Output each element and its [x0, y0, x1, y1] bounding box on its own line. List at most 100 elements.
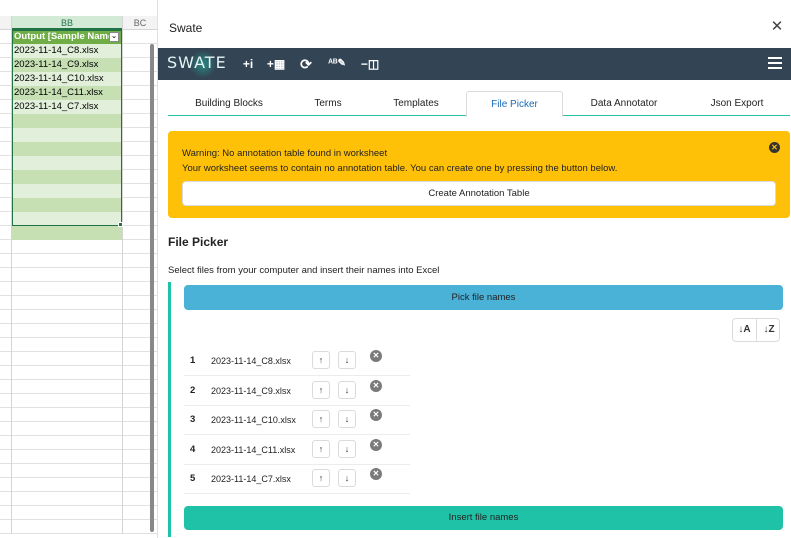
column-header-bc[interactable]: BC: [122, 16, 157, 30]
sheet-cell[interactable]: [0, 86, 12, 100]
sheet-cell[interactable]: [0, 324, 12, 338]
remove-file-icon[interactable]: ✕: [370, 409, 382, 422]
move-up-icon[interactable]: ↑: [312, 439, 330, 458]
sheet-cell[interactable]: [0, 100, 12, 114]
sheet-cell[interactable]: [12, 240, 122, 254]
sheet-cell[interactable]: [0, 366, 12, 380]
close-icon[interactable]: ✕: [769, 19, 785, 35]
sheet-cell[interactable]: [12, 254, 122, 268]
table-cell[interactable]: [12, 114, 122, 128]
sheet-cell[interactable]: [12, 394, 122, 408]
sheet-cell[interactable]: [122, 30, 157, 44]
sheet-cell[interactable]: [12, 506, 122, 520]
sheet-cell[interactable]: [12, 450, 122, 464]
move-up-icon[interactable]: ↑: [312, 469, 330, 488]
remove-file-icon[interactable]: ✕: [370, 468, 382, 481]
sheet-cell[interactable]: [0, 128, 12, 142]
sheet-cell[interactable]: [12, 324, 122, 338]
move-up-icon[interactable]: ↑: [312, 410, 330, 429]
sheet-cell[interactable]: [12, 478, 122, 492]
sheet-cell[interactable]: [0, 198, 12, 212]
column-header-bb[interactable]: BB: [12, 16, 122, 30]
table-cell[interactable]: [12, 128, 122, 142]
sheet-cell[interactable]: [12, 380, 122, 394]
sheet-cell[interactable]: [0, 170, 12, 184]
sheet-cell[interactable]: [0, 478, 12, 492]
sheet-cell[interactable]: [0, 380, 12, 394]
add-column-icon[interactable]: +i: [238, 55, 258, 73]
sheet-cell[interactable]: [0, 226, 12, 240]
table-cell[interactable]: 2023-11-14_C7.xlsx: [12, 100, 122, 114]
remove-column-icon[interactable]: −◫: [358, 55, 382, 73]
sheet-cell[interactable]: [0, 114, 12, 128]
move-down-icon[interactable]: ↓: [338, 380, 356, 399]
insert-file-names-button[interactable]: Insert file names: [184, 506, 783, 530]
move-down-icon[interactable]: ↓: [338, 469, 356, 488]
table-header-cell[interactable]: Output [Sample Name] ⌄: [12, 30, 122, 44]
remove-file-icon[interactable]: ✕: [370, 438, 382, 451]
sheet-cell[interactable]: [0, 72, 12, 86]
sheet-scrollbar[interactable]: [150, 44, 154, 532]
spreadsheet-grid[interactable]: BB BC Output [Sample Name] ⌄ 2023-11-14_C8…: [0, 0, 157, 538]
sheet-cell[interactable]: [12, 422, 122, 436]
tab-building-blocks[interactable]: Building Blocks: [178, 91, 280, 116]
tab-file-picker[interactable]: File Picker: [466, 91, 563, 117]
table-cell[interactable]: 2023-11-14_C9.xlsx: [12, 58, 122, 72]
sheet-cell[interactable]: [12, 268, 122, 282]
sheet-cell[interactable]: [0, 296, 12, 310]
sheet-cell[interactable]: [0, 492, 12, 506]
sheet-cell[interactable]: [12, 366, 122, 380]
sheet-cell[interactable]: [12, 282, 122, 296]
fill-handle[interactable]: [118, 222, 123, 227]
move-up-icon[interactable]: ↑: [312, 380, 330, 399]
sheet-cell[interactable]: [12, 520, 122, 534]
swate-logo[interactable]: SWATE: [167, 50, 227, 78]
table-cell[interactable]: [12, 212, 122, 226]
tab-data-annotator[interactable]: Data Annotator: [576, 91, 672, 116]
table-cell[interactable]: [12, 198, 122, 212]
sheet-cell[interactable]: [0, 506, 12, 520]
sheet-cell[interactable]: [12, 464, 122, 478]
sheet-cell[interactable]: [12, 296, 122, 310]
sheet-cell[interactable]: [0, 408, 12, 422]
sheet-cell[interactable]: [12, 408, 122, 422]
sort-descending-icon[interactable]: ↓Z: [757, 319, 781, 341]
sheet-cell[interactable]: [0, 282, 12, 296]
sheet-cell[interactable]: [0, 352, 12, 366]
sheet-cell[interactable]: [0, 30, 12, 44]
dismiss-icon[interactable]: ✕: [769, 142, 780, 153]
move-down-icon[interactable]: ↓: [338, 439, 356, 458]
sheet-cell[interactable]: [0, 212, 12, 226]
move-down-icon[interactable]: ↓: [338, 410, 356, 429]
tab-json-export[interactable]: Json Export: [691, 91, 783, 116]
move-down-icon[interactable]: ↓: [338, 351, 356, 369]
sheet-cell[interactable]: [0, 520, 12, 534]
sheet-cell[interactable]: [0, 464, 12, 478]
sheet-cell[interactable]: [0, 394, 12, 408]
sheet-cell[interactable]: [0, 450, 12, 464]
sheet-cell[interactable]: [12, 492, 122, 506]
remove-file-icon[interactable]: ✕: [370, 350, 382, 362]
create-annotation-table-button[interactable]: Create Annotation Table: [182, 181, 776, 206]
sheet-cell[interactable]: [0, 184, 12, 198]
sheet-cell[interactable]: [12, 310, 122, 324]
sheet-cell[interactable]: [12, 436, 122, 450]
sheet-cell[interactable]: [0, 310, 12, 324]
tab-terms[interactable]: Terms: [298, 91, 358, 116]
refresh-icon[interactable]: ⟳: [297, 55, 315, 73]
add-table-icon[interactable]: +▦: [264, 55, 288, 73]
filter-dropdown-icon[interactable]: ⌄: [109, 32, 119, 42]
table-cell[interactable]: 2023-11-14_C8.xlsx: [12, 44, 122, 58]
table-cell[interactable]: [12, 226, 122, 240]
tab-templates[interactable]: Templates: [378, 91, 454, 116]
sheet-cell[interactable]: [0, 240, 12, 254]
sheet-cell[interactable]: [0, 44, 12, 58]
hamburger-menu-icon[interactable]: [768, 57, 782, 69]
move-up-icon[interactable]: ↑: [312, 351, 330, 369]
table-cell[interactable]: [12, 184, 122, 198]
table-cell[interactable]: [12, 156, 122, 170]
table-cell[interactable]: 2023-11-14_C10.xlsx: [12, 72, 122, 86]
sheet-cell[interactable]: [0, 156, 12, 170]
column-header-edge[interactable]: [0, 16, 12, 30]
sheet-cell[interactable]: [0, 422, 12, 436]
